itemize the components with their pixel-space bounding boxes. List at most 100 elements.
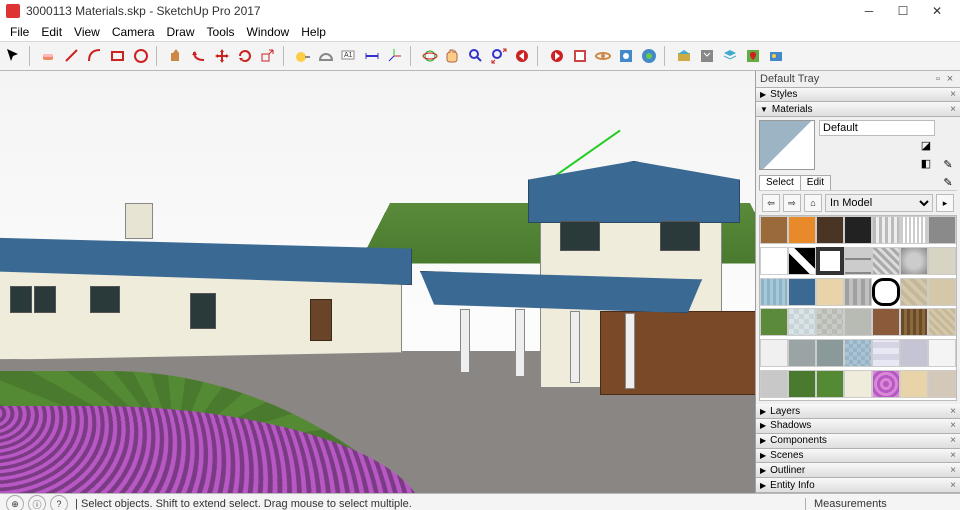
pushpull-icon[interactable] [166,46,186,66]
maximize-button[interactable]: ☐ [886,1,920,21]
geolocate-icon[interactable]: ⊕ [6,495,24,510]
swatch-3[interactable] [844,216,872,244]
position-camera-icon[interactable] [616,46,636,66]
swatch-19[interactable] [900,278,928,306]
swatch-12[interactable] [900,247,928,275]
offset-icon[interactable] [189,46,209,66]
swatch-16[interactable] [816,278,844,306]
swatch-29[interactable] [788,339,816,367]
material-library-select[interactable]: In Model [825,194,933,212]
tray-title[interactable]: Default Tray ▫ × [756,71,960,88]
menu-edit[interactable]: Edit [35,23,68,41]
minimize-button[interactable]: ─ [852,1,886,21]
rotate-icon[interactable] [235,46,255,66]
set-default-icon[interactable]: ◧ [917,156,935,171]
swatch-15[interactable] [788,278,816,306]
swatch-2[interactable] [816,216,844,244]
create-material-icon[interactable]: ◪ [917,138,935,153]
circle-icon[interactable] [131,46,151,66]
swatch-26[interactable] [900,308,928,336]
tape-icon[interactable] [293,46,313,66]
panel-scenes[interactable]: ▶Scenes× [756,449,960,464]
tray-close-icon[interactable]: × [944,73,956,85]
tab-edit[interactable]: Edit [800,175,831,190]
panel-materials[interactable]: ▼Materials× [756,102,960,117]
swatch-40[interactable] [900,370,928,398]
eraser-icon[interactable] [39,46,59,66]
panel-entity-info[interactable]: ▶Entity Info× [756,478,960,493]
help-icon[interactable]: ? [50,495,68,510]
eyedropper-icon[interactable]: ✎ [939,157,957,172]
swatch-28[interactable] [760,339,788,367]
swatch-38[interactable] [844,370,872,398]
swatch-14[interactable] [760,278,788,306]
panel-components[interactable]: ▶Components× [756,434,960,449]
swatch-32[interactable] [872,339,900,367]
swatch-4[interactable] [872,216,900,244]
viewport[interactable] [0,71,756,493]
swatch-1[interactable] [788,216,816,244]
menu-tools[interactable]: Tools [201,23,241,41]
walk-icon[interactable] [593,46,613,66]
swatch-27[interactable] [928,308,956,336]
zoom-extents-icon[interactable] [489,46,509,66]
menu-help[interactable]: Help [295,23,332,41]
swatch-35[interactable] [760,370,788,398]
extension-warehouse-icon[interactable] [697,46,717,66]
details-icon[interactable]: ▸ [936,194,954,212]
swatch-10[interactable] [844,247,872,275]
sample-paint-icon[interactable]: ✎ [939,175,957,190]
material-name-input[interactable] [819,120,935,136]
move-icon[interactable] [212,46,232,66]
dimension-icon[interactable] [362,46,382,66]
menu-view[interactable]: View [68,23,106,41]
swatch-39[interactable] [872,370,900,398]
orbit-icon[interactable] [420,46,440,66]
menu-file[interactable]: File [4,23,35,41]
add-location-icon[interactable] [743,46,763,66]
panel-layers[interactable]: ▶Layers× [756,404,960,419]
swatch-34[interactable] [928,339,956,367]
nav-back-icon[interactable]: ⇦ [762,194,780,212]
photo-textures-icon[interactable] [766,46,786,66]
rectangle-icon[interactable] [108,46,128,66]
layers-icon[interactable] [720,46,740,66]
swatch-9[interactable] [816,247,844,275]
swatch-22[interactable] [788,308,816,336]
close-button[interactable]: ✕ [920,1,954,21]
pin-icon[interactable]: ▫ [932,73,944,85]
prev-view-icon[interactable] [512,46,532,66]
swatch-24[interactable] [844,308,872,336]
swatch-37[interactable] [816,370,844,398]
pan-icon[interactable] [443,46,463,66]
swatch-25[interactable] [872,308,900,336]
arc-icon[interactable] [85,46,105,66]
menu-draw[interactable]: Draw [161,23,201,41]
swatch-21[interactable] [760,308,788,336]
material-preview[interactable] [759,120,815,170]
swatch-11[interactable] [872,247,900,275]
credits-icon[interactable]: ⓘ [28,495,46,510]
swatch-33[interactable] [900,339,928,367]
swatch-17[interactable] [844,278,872,306]
panel-shadows[interactable]: ▶Shadows× [756,419,960,434]
section-icon[interactable] [570,46,590,66]
3d-warehouse-icon[interactable] [674,46,694,66]
protractor-icon[interactable] [316,46,336,66]
nav-fwd-icon[interactable]: ⇨ [783,194,801,212]
swatch-7[interactable] [760,247,788,275]
axes-icon[interactable] [385,46,405,66]
swatch-41[interactable] [928,370,956,398]
swatch-8[interactable] [788,247,816,275]
select-icon[interactable] [4,46,24,66]
line-icon[interactable] [62,46,82,66]
swatch-31[interactable] [844,339,872,367]
next-view-icon[interactable] [547,46,567,66]
swatch-0[interactable] [760,216,788,244]
zoom-icon[interactable] [466,46,486,66]
swatch-30[interactable] [816,339,844,367]
scale-icon[interactable] [258,46,278,66]
swatch-20[interactable] [928,278,956,306]
home-icon[interactable]: ⌂ [804,194,822,212]
look-around-icon[interactable] [639,46,659,66]
